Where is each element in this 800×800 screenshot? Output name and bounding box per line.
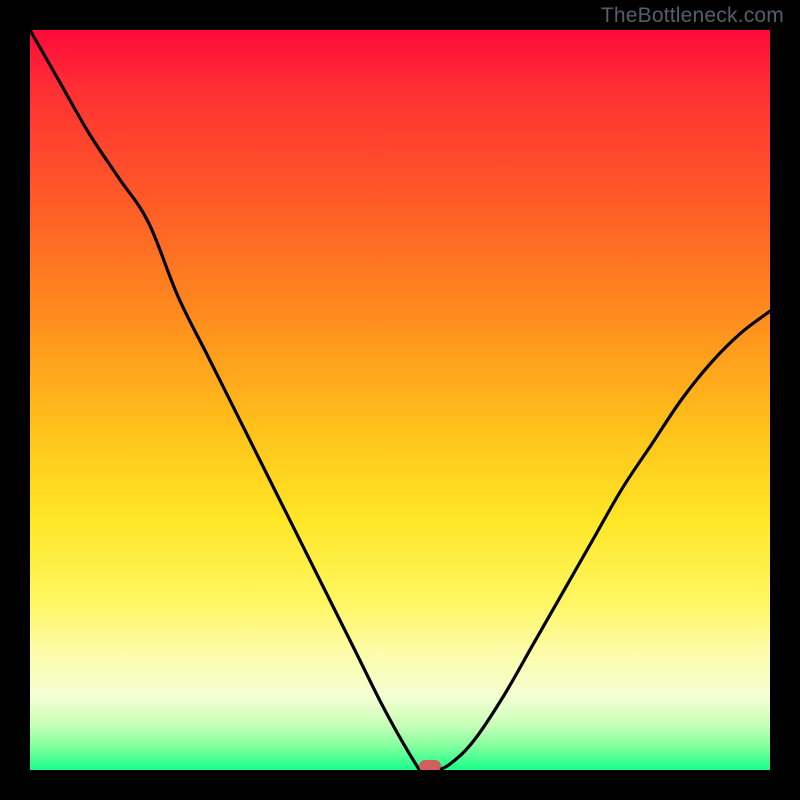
watermark-text: TheBottleneck.com — [601, 4, 784, 28]
optimal-point-marker — [419, 760, 441, 770]
chart-frame: TheBottleneck.com — [0, 0, 800, 800]
bottleneck-curve — [30, 30, 770, 770]
plot-area — [30, 30, 770, 770]
